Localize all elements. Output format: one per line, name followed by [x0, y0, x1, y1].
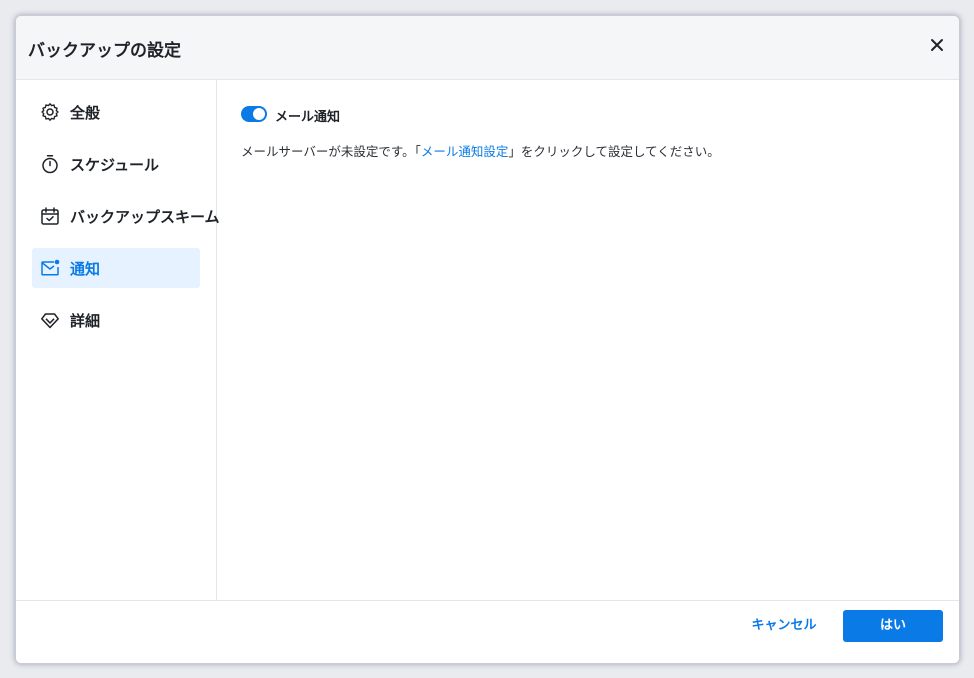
sidebar-item-label: 全般 [70, 104, 101, 122]
email-notification-settings-link[interactable]: メール通知設定 [421, 144, 509, 159]
sidebar-item-label: 通知 [70, 260, 101, 278]
sidebar-item-label: バックアップスキーム [70, 208, 220, 226]
gear-icon [41, 103, 59, 121]
dialog-footer: キャンセル はい [16, 600, 959, 663]
sidebar-item-schedule[interactable]: スケジュール [32, 144, 200, 184]
sidebar-item-advanced[interactable]: 詳細 [32, 300, 200, 340]
notice-text-suffix: 」をクリックして設定してください。 [508, 144, 720, 159]
email-notification-toggle[interactable] [241, 106, 267, 122]
notice-text-prefix: メールサーバーが未設定です。「 [241, 144, 421, 159]
sidebar-item-label: 詳細 [70, 312, 101, 330]
mail-notification-icon [41, 259, 60, 276]
backup-settings-dialog: バックアップの設定 全般 スケジュール バックアップスキーム 通知 詳細 メール… [15, 15, 960, 664]
sidebar: 全般 スケジュール バックアップスキーム 通知 詳細 [16, 80, 220, 600]
email-notification-label: メール通知 [275, 110, 341, 125]
sidebar-item-notification[interactable]: 通知 [32, 248, 200, 288]
dialog-title-bar: バックアップの設定 [16, 16, 959, 80]
calendar-check-icon [41, 207, 59, 225]
mail-server-notice: メールサーバーが未設定です。「メール通知設定」をクリックして設定してください。 [241, 141, 720, 160]
cancel-button[interactable]: キャンセル [734, 610, 834, 642]
dialog-title: バックアップの設定 [28, 41, 181, 61]
toggle-knob [253, 108, 265, 120]
sidebar-item-general[interactable]: 全般 [32, 92, 200, 132]
close-icon[interactable] [929, 37, 945, 53]
timer-icon [42, 155, 58, 174]
notification-panel: メール通知 メールサーバーが未設定です。「メール通知設定」をクリックして設定して… [217, 80, 959, 600]
diamond-icon [41, 313, 59, 329]
sidebar-item-backup-scheme[interactable]: バックアップスキーム [32, 196, 220, 236]
ok-button[interactable]: はい [843, 610, 943, 642]
sidebar-item-label: スケジュール [70, 156, 159, 174]
